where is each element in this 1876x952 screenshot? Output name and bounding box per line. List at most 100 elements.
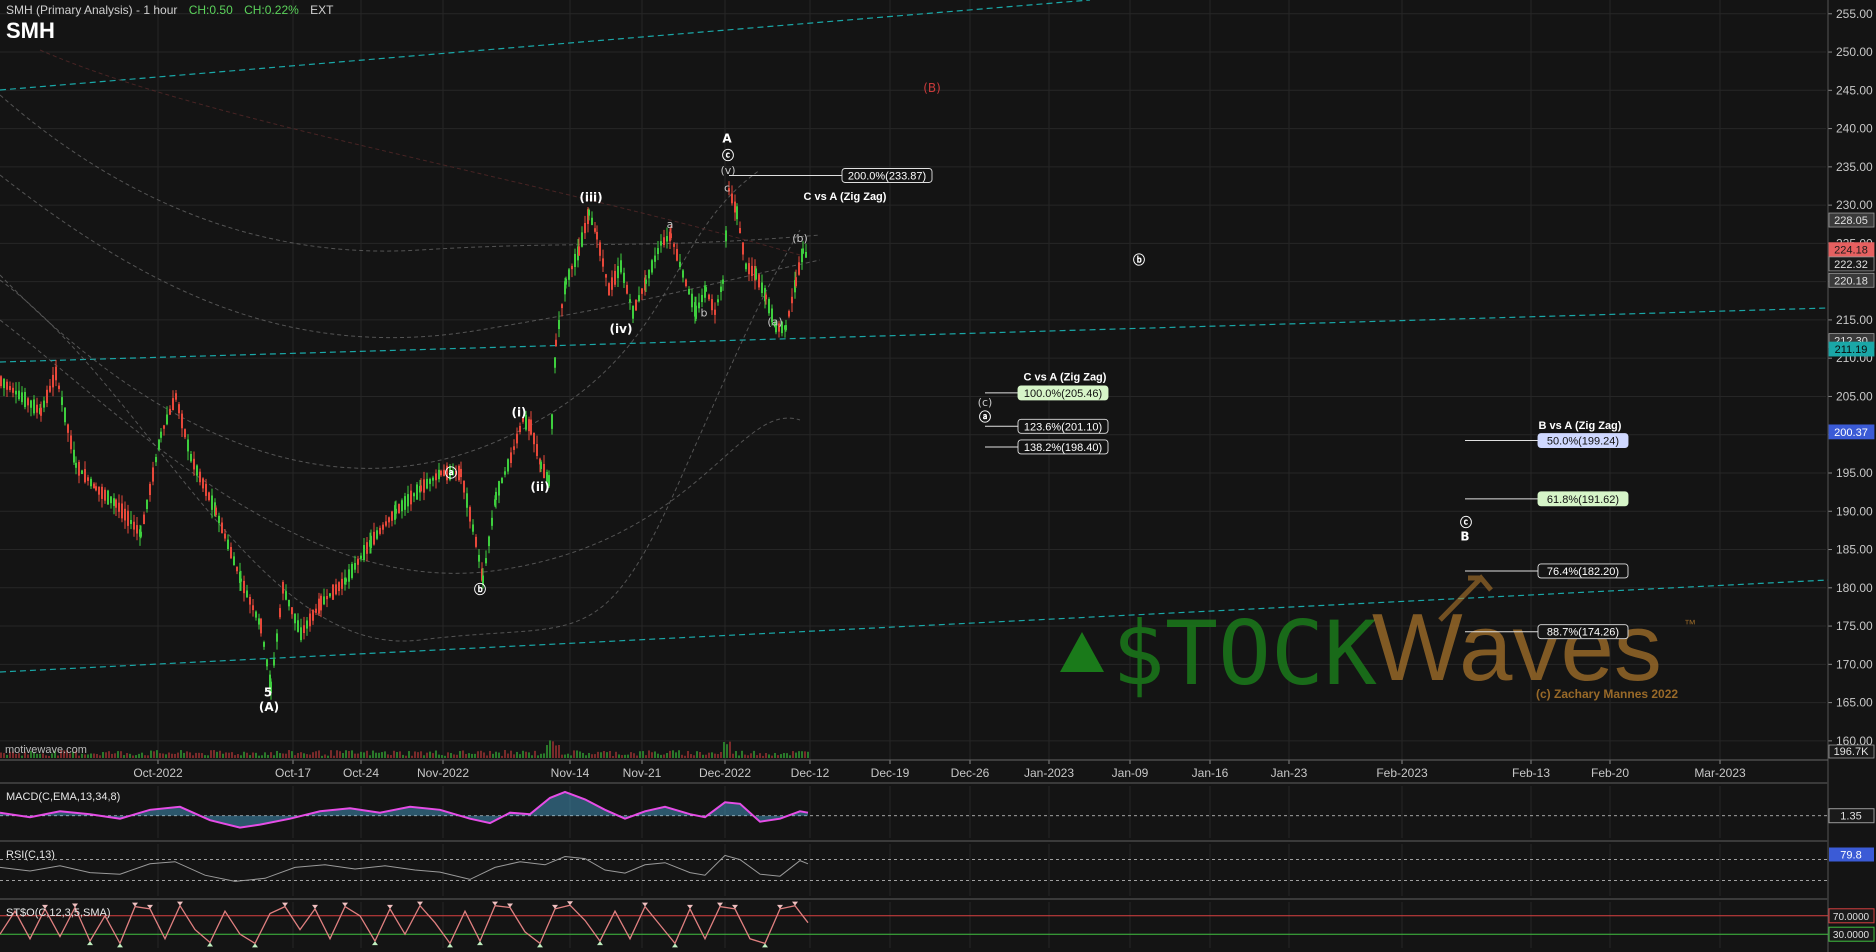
- volume-bar: [204, 755, 206, 758]
- fib-set-title: C vs A (Zig Zag): [1024, 372, 1107, 384]
- volume-bar: [384, 751, 386, 758]
- volume-bar: [768, 754, 770, 758]
- change-pct: CH:0.22%: [244, 3, 299, 17]
- wave-label: (A): [259, 700, 279, 714]
- candle-body: [320, 595, 322, 611]
- volume-bar: [762, 755, 764, 758]
- volume-bar: [87, 754, 89, 758]
- volume-bar: [648, 750, 650, 758]
- watermark-word-waves: Waves: [1372, 594, 1662, 701]
- price-tick-label: 185.00: [1836, 543, 1873, 557]
- price-tick-label: 165.00: [1836, 696, 1873, 710]
- candle-body: [360, 555, 362, 559]
- candle-body: [438, 469, 440, 480]
- candle-body: [187, 439, 189, 452]
- candle-body: [218, 515, 220, 524]
- date-tick-label: Nov-21: [623, 766, 662, 780]
- volume-tag-label: 196.7K: [1834, 746, 1870, 758]
- candle-body: [363, 545, 365, 561]
- volume-bar: [324, 754, 326, 758]
- candle-body: [190, 453, 192, 462]
- volume-bar: [744, 754, 746, 758]
- candle-body: [49, 385, 51, 392]
- volume-bar: [507, 753, 509, 758]
- candle-body: [720, 286, 722, 293]
- candle-body: [725, 230, 727, 242]
- date-tick-label: Nov-14: [551, 766, 590, 780]
- volume-bar: [696, 751, 698, 758]
- volume-bar: [708, 752, 710, 758]
- wave-label: (B): [923, 81, 941, 95]
- candle-body: [9, 386, 11, 391]
- price-tick-label: 215.00: [1836, 313, 1873, 327]
- candle-body: [178, 404, 180, 414]
- candle-body: [765, 294, 767, 300]
- candle-body: [107, 490, 109, 505]
- volume-bar: [243, 751, 245, 758]
- candle-body: [93, 483, 95, 489]
- volume-bar: [636, 755, 638, 758]
- volume-bar: [315, 751, 317, 758]
- volume-bar: [345, 750, 347, 758]
- volume-bar: [585, 755, 587, 758]
- candle-body: [614, 270, 616, 285]
- volume-bar: [672, 750, 674, 758]
- price-tag-label: 228.05: [1834, 215, 1868, 227]
- chart-stage[interactable]: Oct-2022 Oct-17 Oct-24 Nov-2022 Nov-14 Nov-21…: [0, 0, 1876, 952]
- candle-body: [501, 478, 503, 484]
- volume-bar: [411, 755, 413, 758]
- chart-header: SMH (Primary Analysis) - 1 hour CH:0.50 …: [6, 3, 333, 17]
- candle-body: [588, 209, 590, 216]
- volume-bar: [495, 751, 497, 758]
- volume-bar: [48, 755, 50, 758]
- volume-bar: [474, 753, 476, 758]
- volume-bar: [201, 753, 203, 758]
- symbol-label: SMH: [6, 18, 55, 43]
- volume-bar: [597, 751, 599, 758]
- candle-body: [273, 659, 275, 666]
- candle-body: [488, 536, 490, 547]
- date-tick-label: Dec-2022: [699, 766, 751, 780]
- candle-body: [81, 470, 83, 474]
- volume-bar: [147, 755, 149, 758]
- candle-body: [648, 269, 650, 279]
- volume-bar: [249, 755, 251, 758]
- date-tick-label: Feb-2023: [1376, 766, 1428, 780]
- price-tag-label: 222.32: [1834, 259, 1868, 271]
- candle-body: [739, 228, 741, 234]
- candle-body: [555, 339, 557, 346]
- price-tag-label: 211.19: [1835, 344, 1868, 356]
- candle-body: [623, 272, 625, 283]
- volume-bar: [450, 753, 452, 758]
- volume-bar: [498, 752, 500, 758]
- candle-body: [55, 366, 57, 381]
- candle-body: [175, 393, 177, 400]
- candle-body: [748, 263, 750, 275]
- candle-body: [326, 595, 328, 600]
- price-chart[interactable]: Oct-2022 Oct-17 Oct-24 Nov-2022 Nov-14 Nov-21…: [0, 0, 1876, 952]
- volume-bar: [717, 754, 719, 758]
- wave-label: ⓐ: [979, 409, 991, 424]
- candle-body: [246, 590, 248, 598]
- volume-bar: [720, 751, 722, 758]
- volume-bar: [774, 752, 776, 758]
- candle-body: [260, 618, 262, 634]
- candle-body: [536, 444, 538, 456]
- candle-body: [795, 277, 797, 287]
- candle-body: [58, 385, 60, 389]
- candle-body: [67, 424, 69, 433]
- candle-body: [510, 452, 512, 464]
- volume-bar: [105, 752, 107, 758]
- volume-bar: [675, 752, 677, 758]
- wave-label: b: [701, 306, 708, 319]
- rsi-label: RSI(C,13): [6, 849, 55, 861]
- candle-body: [297, 620, 299, 632]
- volume-bar: [438, 754, 440, 758]
- price-tick-label: 190.00: [1836, 504, 1873, 518]
- volume-bar: [582, 752, 584, 758]
- volume-bar: [303, 753, 305, 758]
- volume-bar: [564, 754, 566, 758]
- volume-bar: [186, 751, 188, 758]
- volume-bar: [327, 755, 329, 758]
- candle-body: [558, 319, 560, 330]
